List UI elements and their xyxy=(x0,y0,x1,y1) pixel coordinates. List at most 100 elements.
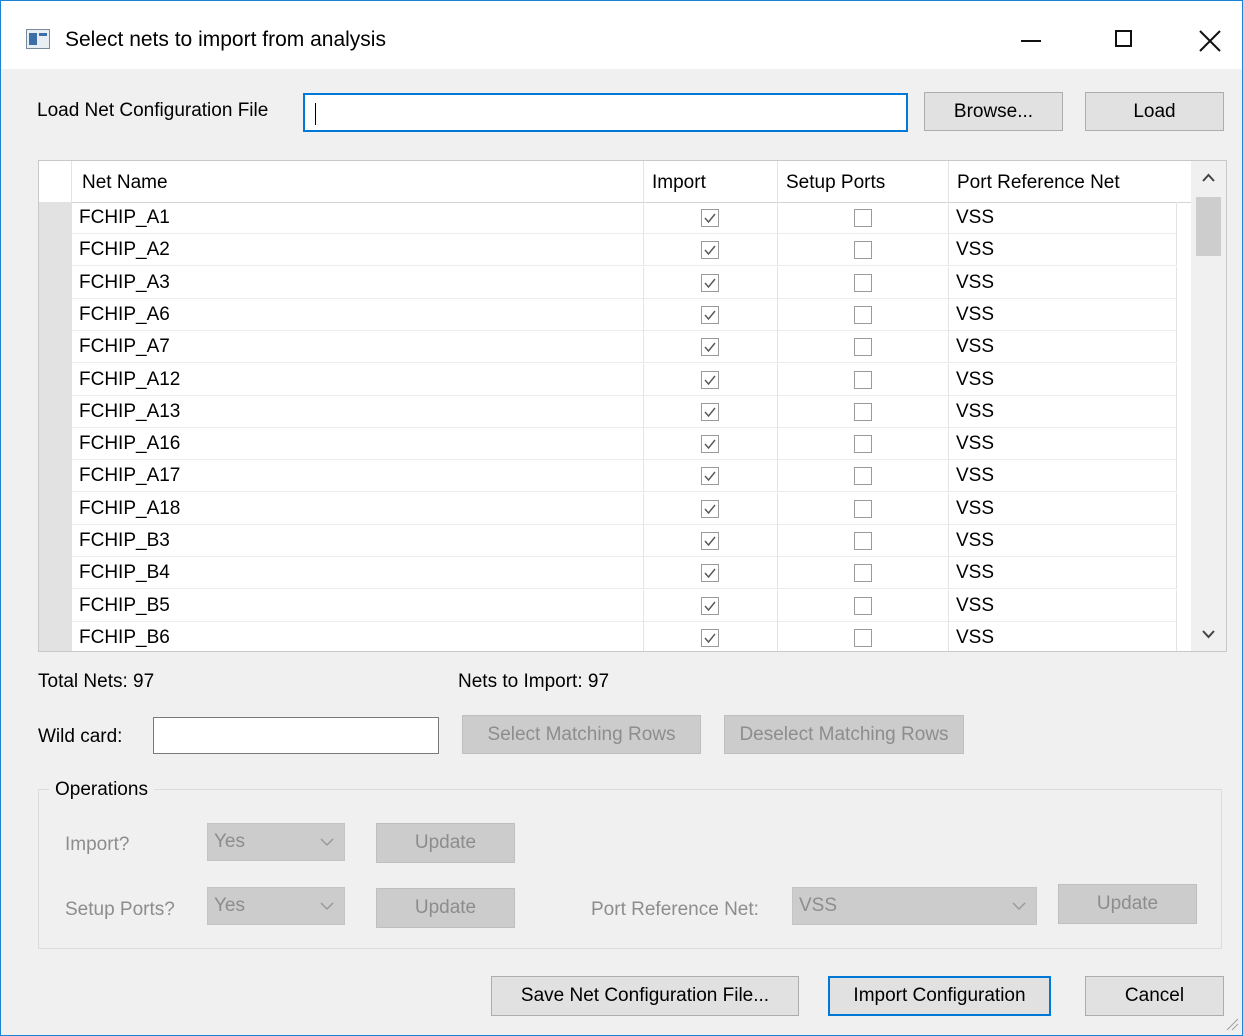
setup-ports-cell[interactable] xyxy=(778,234,949,267)
port-reference-update-button[interactable]: Update xyxy=(1058,884,1197,924)
import-checkbox[interactable] xyxy=(701,241,719,260)
cancel-button[interactable]: Cancel xyxy=(1085,976,1224,1016)
import-checkbox[interactable] xyxy=(701,564,719,583)
import-checkbox[interactable] xyxy=(701,596,719,615)
import-update-button[interactable]: Update xyxy=(376,823,515,863)
setup-ports-checkbox[interactable] xyxy=(854,370,872,389)
minimize-button[interactable] xyxy=(1007,19,1057,59)
setup-ports-cell[interactable] xyxy=(778,363,949,396)
table-row[interactable]: FCHIP_A7 VSS xyxy=(72,331,1177,364)
port-reference-net-select[interactable]: VSS xyxy=(792,887,1037,925)
port-reference-net-cell[interactable]: VSS xyxy=(949,234,1177,267)
import-checkbox[interactable] xyxy=(701,467,719,486)
net-name-cell[interactable]: FCHIP_A3 xyxy=(72,266,644,299)
import-checkbox[interactable] xyxy=(701,628,719,647)
import-checkbox[interactable] xyxy=(701,402,719,421)
import-cell[interactable] xyxy=(644,298,778,331)
setup-ports-cell[interactable] xyxy=(778,492,949,525)
table-row[interactable]: FCHIP_B3 VSS xyxy=(72,525,1177,557)
import-configuration-button[interactable]: Import Configuration xyxy=(828,976,1051,1016)
load-button[interactable]: Load xyxy=(1085,92,1224,131)
setup-ports-checkbox[interactable] xyxy=(854,532,872,550)
import-cell[interactable] xyxy=(644,589,778,622)
port-reference-net-cell[interactable]: VSS xyxy=(949,266,1177,299)
import-cell[interactable] xyxy=(644,621,778,651)
import-cell[interactable] xyxy=(644,460,778,493)
setup-ports-cell[interactable] xyxy=(778,621,949,651)
net-name-cell[interactable]: FCHIP_A16 xyxy=(72,428,644,461)
import-checkbox[interactable] xyxy=(701,273,719,292)
port-reference-net-cell[interactable]: VSS xyxy=(949,525,1177,557)
import-checkbox[interactable] xyxy=(701,532,719,550)
table-row[interactable]: FCHIP_A18 VSS xyxy=(72,492,1177,525)
import-cell[interactable] xyxy=(644,492,778,525)
port-reference-net-cell[interactable]: VSS xyxy=(949,395,1177,428)
resize-grip-icon[interactable] xyxy=(1225,1017,1239,1031)
import-cell[interactable] xyxy=(644,363,778,396)
import-checkbox[interactable] xyxy=(701,370,719,389)
column-header-setup-ports[interactable]: Setup Ports xyxy=(778,161,949,202)
close-button[interactable] xyxy=(1185,19,1235,59)
save-config-file-button[interactable]: Save Net Configuration File... xyxy=(491,976,799,1016)
column-header-import[interactable]: Import xyxy=(644,161,778,202)
setup-ports-checkbox[interactable] xyxy=(854,467,872,486)
table-row[interactable]: FCHIP_B5 VSS xyxy=(72,589,1177,622)
setup-ports-cell[interactable] xyxy=(778,395,949,428)
import-cell[interactable] xyxy=(644,395,778,428)
column-header-net-name[interactable]: Net Name xyxy=(72,161,644,202)
port-reference-net-cell[interactable]: VSS xyxy=(949,492,1177,525)
table-row[interactable]: FCHIP_A13 VSS xyxy=(72,395,1177,428)
config-file-input[interactable] xyxy=(303,93,908,132)
table-row[interactable]: FCHIP_B6 VSS xyxy=(72,621,1177,651)
import-checkbox[interactable] xyxy=(701,305,719,324)
scroll-down-button[interactable] xyxy=(1191,617,1226,651)
setup-ports-checkbox[interactable] xyxy=(854,628,872,647)
setup-ports-cell[interactable] xyxy=(778,589,949,622)
net-name-cell[interactable]: FCHIP_B6 xyxy=(72,621,644,651)
setup-ports-checkbox[interactable] xyxy=(854,596,872,615)
table-row[interactable]: FCHIP_A2 VSS xyxy=(72,234,1177,267)
browse-button[interactable]: Browse... xyxy=(924,92,1063,131)
setup-ports-cell[interactable] xyxy=(778,460,949,493)
import-cell[interactable] xyxy=(644,234,778,267)
setup-ports-update-button[interactable]: Update xyxy=(376,888,515,928)
scroll-up-button[interactable] xyxy=(1191,161,1226,195)
import-cell[interactable] xyxy=(644,266,778,299)
vertical-scrollbar[interactable] xyxy=(1191,161,1226,651)
setup-ports-checkbox[interactable] xyxy=(854,499,872,518)
import-cell[interactable] xyxy=(644,331,778,364)
port-reference-net-cell[interactable]: VSS xyxy=(949,557,1177,590)
net-name-cell[interactable]: FCHIP_B5 xyxy=(72,589,644,622)
table-row[interactable]: FCHIP_A1 VSS xyxy=(72,202,1177,234)
import-checkbox[interactable] xyxy=(701,499,719,518)
net-name-cell[interactable]: FCHIP_A13 xyxy=(72,395,644,428)
scrollbar-thumb[interactable] xyxy=(1196,197,1221,256)
net-name-cell[interactable]: FCHIP_B4 xyxy=(72,557,644,590)
import-checkbox[interactable] xyxy=(701,338,719,357)
setup-ports-cell[interactable] xyxy=(778,525,949,557)
port-reference-net-cell[interactable]: VSS xyxy=(949,428,1177,461)
setup-ports-checkbox[interactable] xyxy=(854,402,872,421)
setup-ports-cell[interactable] xyxy=(778,298,949,331)
setup-ports-cell[interactable] xyxy=(778,557,949,590)
net-name-cell[interactable]: FCHIP_A1 xyxy=(72,202,644,234)
setup-ports-checkbox[interactable] xyxy=(854,305,872,324)
net-name-cell[interactable]: FCHIP_B3 xyxy=(72,525,644,557)
setup-ports-checkbox[interactable] xyxy=(854,338,872,357)
deselect-matching-rows-button[interactable]: Deselect Matching Rows xyxy=(724,715,964,754)
net-name-cell[interactable]: FCHIP_A7 xyxy=(72,331,644,364)
wildcard-input[interactable] xyxy=(153,717,439,754)
setup-ports-op-select[interactable]: Yes xyxy=(207,887,345,925)
port-reference-net-cell[interactable]: VSS xyxy=(949,589,1177,622)
row-header-column[interactable] xyxy=(39,202,72,651)
table-row[interactable]: FCHIP_A17 VSS xyxy=(72,460,1177,493)
port-reference-net-cell[interactable]: VSS xyxy=(949,202,1177,234)
table-row[interactable]: FCHIP_A12 VSS xyxy=(72,363,1177,396)
port-reference-net-cell[interactable]: VSS xyxy=(949,621,1177,651)
table-row[interactable]: FCHIP_A3 VSS xyxy=(72,266,1177,299)
port-reference-net-cell[interactable]: VSS xyxy=(949,363,1177,396)
maximize-button[interactable] xyxy=(1099,19,1149,59)
port-reference-net-cell[interactable]: VSS xyxy=(949,331,1177,364)
select-matching-rows-button[interactable]: Select Matching Rows xyxy=(462,715,701,754)
port-reference-net-cell[interactable]: VSS xyxy=(949,460,1177,493)
